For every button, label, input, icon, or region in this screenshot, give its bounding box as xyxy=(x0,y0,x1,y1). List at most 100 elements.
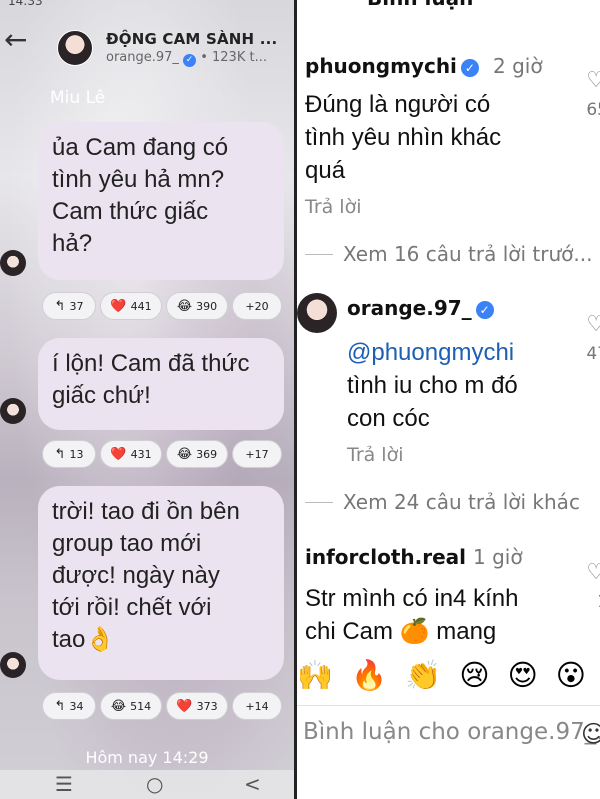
heart-icon: ❤️ xyxy=(110,446,127,462)
reply-count-button[interactable]: ↰ 13 xyxy=(42,440,96,468)
view-replies-button[interactable]: Xem 24 câu trả lời khác xyxy=(343,490,580,514)
sender-name: Miu Lê xyxy=(50,88,106,108)
comment-line: Đúng là người có xyxy=(305,91,491,118)
laugh-icon: 😂 xyxy=(176,446,193,462)
mention-link[interactable]: @phuongmychi xyxy=(347,336,567,369)
more-count: +14 xyxy=(245,699,269,713)
message-line: Cam thức giấc xyxy=(52,198,209,225)
comment-username[interactable]: inforcloth.real xyxy=(305,545,466,569)
more-count: +20 xyxy=(245,299,269,313)
message-line: group tao mới xyxy=(52,530,202,557)
heart-count: 373 xyxy=(196,699,218,713)
bottom-area xyxy=(297,762,600,799)
message-line: í lộn! Cam đã thức xyxy=(52,350,250,377)
heart-count: 441 xyxy=(130,299,152,313)
laugh-reaction-button[interactable]: 😂 514 xyxy=(100,692,162,720)
channel-subtitle: orange.97_ ✓ • 123K t... xyxy=(106,50,267,67)
status-bar-time: 14:33 xyxy=(8,0,43,8)
comment-line: chi Cam 🍊 mang xyxy=(305,618,497,645)
username-text: orange.97_ xyxy=(347,296,472,320)
channel-username: orange.97_ xyxy=(106,50,179,65)
comment-text: Str mình có in4 kính chi Cam 🍊 mang xyxy=(305,582,575,648)
clap-emoji-button[interactable]: 👏 xyxy=(405,658,441,693)
message-bubble[interactable]: ủa Cam đang có tình yêu hả mn? Cam thức … xyxy=(38,122,284,280)
laugh-count: 369 xyxy=(196,447,218,461)
comments-title: Bình luận xyxy=(367,0,473,10)
heart-reaction-button[interactable]: ❤️ 431 xyxy=(100,440,162,468)
reaction-row: ↰ 13 ❤️ 431 😂 369 +17 xyxy=(42,440,282,468)
sender-avatar[interactable] xyxy=(0,652,26,678)
channel-avatar[interactable] xyxy=(57,30,93,66)
sender-avatar[interactable] xyxy=(0,250,26,276)
message-line: được! ngày này xyxy=(52,562,220,589)
heart-reaction-button[interactable]: ❤️ 441 xyxy=(100,292,162,320)
sticker-icon[interactable]: ☺ xyxy=(581,720,600,748)
date-separator: Hôm nay 14:29 xyxy=(85,748,209,767)
reply-button[interactable]: Trả lời xyxy=(305,196,362,218)
sender-avatar[interactable] xyxy=(0,398,26,424)
comment-username[interactable]: phuongmychi ✓ xyxy=(305,54,479,78)
reply-count: 34 xyxy=(69,699,84,713)
reaction-row: ↰ 37 ❤️ 441 😂 390 +20 xyxy=(42,292,282,320)
reaction-row: ↰ 34 😂 514 ❤️ 373 +14 xyxy=(42,692,282,720)
message-line: ủa Cam đang có xyxy=(52,134,229,161)
more-reactions-button[interactable]: +20 xyxy=(232,292,282,320)
heart-outline-icon[interactable]: ♡ xyxy=(586,312,600,337)
message-bubble[interactable]: í lộn! Cam đã thức giấc chứ! xyxy=(38,338,284,430)
message-bubble[interactable]: trời! tao đi ồn bên group tao mới được! … xyxy=(38,486,284,680)
laugh-icon: 😂 xyxy=(110,698,127,714)
channel-chat-panel: 14:33 ← ĐỘNG CAM SÀNH ... orange.97_ ✓ •… xyxy=(0,0,294,799)
reply-count-button[interactable]: ↰ 37 xyxy=(42,292,96,320)
view-replies-button[interactable]: Xem 16 câu trả lời trướ... xyxy=(343,242,592,266)
home-icon[interactable]: ○ xyxy=(146,772,163,796)
recent-apps-icon[interactable]: ☰ xyxy=(55,772,73,796)
back-icon[interactable]: < xyxy=(244,772,261,796)
message-line: hả? xyxy=(52,230,93,257)
comment-username[interactable]: orange.97_ ✓ xyxy=(347,296,494,320)
heart-count: 431 xyxy=(130,447,152,461)
reply-arrow-icon: ↰ xyxy=(54,446,66,462)
heart-outline-icon[interactable]: ♡ xyxy=(586,560,600,585)
comment-line: Str mình có in4 kính xyxy=(305,585,519,612)
back-arrow-icon[interactable]: ← xyxy=(4,26,32,56)
comment-line: tình yêu nhìn khác xyxy=(305,124,502,151)
message-line: trời! tao đi ồn bên xyxy=(52,498,240,525)
like-count: 47 xyxy=(586,344,600,364)
reply-arrow-icon: ↰ xyxy=(54,298,66,314)
fire-emoji-button[interactable]: 🔥 xyxy=(351,658,387,693)
username-text: phuongmychi xyxy=(305,54,457,78)
message-line: tình yêu hả mn? xyxy=(52,166,225,193)
commenter-avatar[interactable] xyxy=(297,293,337,333)
raised-hands-emoji-button[interactable]: 🙌 xyxy=(297,658,333,693)
message-line: tao👌 xyxy=(52,626,116,653)
verified-icon: ✓ xyxy=(460,59,479,77)
heart-eyes-emoji-button[interactable]: 😍 xyxy=(508,658,538,692)
reply-button[interactable]: Trả lời xyxy=(347,444,404,466)
heart-reaction-button[interactable]: ❤️ 373 xyxy=(166,692,228,720)
comment-line: quá xyxy=(305,157,346,184)
message-line: tới rồi! chết với xyxy=(52,594,212,621)
more-reactions-button[interactable]: +14 xyxy=(232,692,282,720)
comment-line: tình iu cho m đó xyxy=(347,372,518,399)
comment-text: @phuongmychi tình iu cho m đó con cóc xyxy=(347,336,567,435)
more-reactions-button[interactable]: +17 xyxy=(232,440,282,468)
verified-icon: ✓ xyxy=(475,301,494,319)
comment-input[interactable]: Bình luận cho orange.97_... xyxy=(303,719,600,745)
crying-emoji-button[interactable]: 😢 xyxy=(459,658,489,692)
laugh-count: 390 xyxy=(196,299,218,313)
reply-count: 13 xyxy=(69,447,84,461)
surprised-emoji-button[interactable]: 😮 xyxy=(556,658,586,692)
laugh-count: 514 xyxy=(130,699,152,713)
channel-title[interactable]: ĐỘNG CAM SÀNH ... xyxy=(106,30,277,48)
heart-outline-icon[interactable]: ♡ xyxy=(586,68,600,93)
heart-icon: ❤️ xyxy=(176,698,193,714)
reply-arrow-icon: ↰ xyxy=(54,698,66,714)
laugh-reaction-button[interactable]: 😂 390 xyxy=(166,292,228,320)
message-line: giấc chứ! xyxy=(52,382,151,409)
reply-count-button[interactable]: ↰ 34 xyxy=(42,692,96,720)
like-count: 65 xyxy=(586,100,600,120)
comment-line: con cóc xyxy=(347,405,430,432)
laugh-reaction-button[interactable]: 😂 369 xyxy=(166,440,228,468)
comments-panel: Bình luận phuongmychi✓ 2 giờ Đúng là ngư… xyxy=(297,0,600,799)
comment-time: 1 giờ xyxy=(473,545,523,569)
